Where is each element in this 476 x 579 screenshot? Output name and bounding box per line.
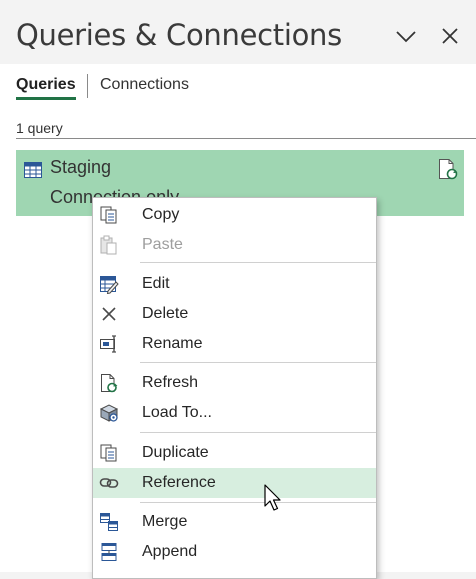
menu-item-label: Copy (142, 206, 180, 223)
rename-icon (100, 335, 116, 353)
menu-item-paste[interactable]: Paste (93, 230, 376, 260)
menu-item-edit[interactable]: Edit (93, 269, 376, 299)
menu-item-append[interactable]: Append (93, 537, 376, 567)
menu-item-duplicate[interactable]: Duplicate (93, 438, 376, 468)
menu-item-merge[interactable]: Merge (93, 507, 376, 537)
menu-item-label: Merge (142, 513, 188, 530)
query-context-menu: Copy Paste Edit Delete Rename Refresh Lo… (92, 197, 377, 579)
copy-icon (100, 206, 117, 224)
edit-icon (100, 276, 119, 294)
collapse-pane-button[interactable] (392, 22, 420, 50)
menu-item-label: Refresh (142, 374, 199, 391)
menu-item-label: Load To... (142, 404, 212, 421)
menu-separator (140, 432, 376, 433)
menu-item-label: Paste (142, 236, 183, 253)
chevron-down-icon (396, 31, 416, 43)
menu-item-label: Reference (142, 474, 216, 491)
append-icon (101, 543, 117, 561)
menu-item-label: Edit (142, 275, 170, 292)
menu-item-label: Duplicate (142, 444, 209, 461)
menu-separator (140, 502, 376, 503)
pane-title: Queries & Connections (16, 18, 342, 52)
menu-item-label: Append (142, 543, 198, 560)
menu-separator (140, 362, 376, 363)
close-pane-button[interactable] (436, 22, 464, 50)
query-refresh-icon[interactable] (438, 158, 458, 180)
mouse-pointer-icon (264, 484, 281, 511)
tab-connections[interactable]: Connections (100, 76, 189, 94)
menu-item-reference[interactable]: Reference (93, 468, 376, 498)
load-to-icon (99, 404, 119, 422)
refresh-icon (101, 374, 118, 393)
table-icon (24, 162, 42, 178)
duplicate-icon (100, 444, 117, 462)
query-name: Staging (50, 157, 112, 177)
menu-item-label: Rename (142, 335, 203, 352)
menu-item-load-to[interactable]: Load To... (93, 398, 376, 428)
tab-queries[interactable]: Queries (16, 76, 76, 100)
menu-item-refresh[interactable]: Refresh (93, 368, 376, 398)
menu-item-label: Delete (142, 305, 189, 322)
menu-item-copy[interactable]: Copy (93, 200, 376, 230)
menu-separator (140, 262, 376, 263)
tab-separator (87, 74, 88, 98)
menu-item-rename[interactable]: Rename (93, 329, 376, 359)
paste-icon (100, 235, 117, 255)
link-icon (99, 478, 119, 488)
close-icon (442, 28, 458, 44)
query-count: 1 query (16, 120, 63, 136)
divider (16, 138, 476, 139)
delete-icon (102, 307, 116, 321)
merge-icon (100, 513, 118, 531)
menu-item-delete[interactable]: Delete (93, 299, 376, 329)
